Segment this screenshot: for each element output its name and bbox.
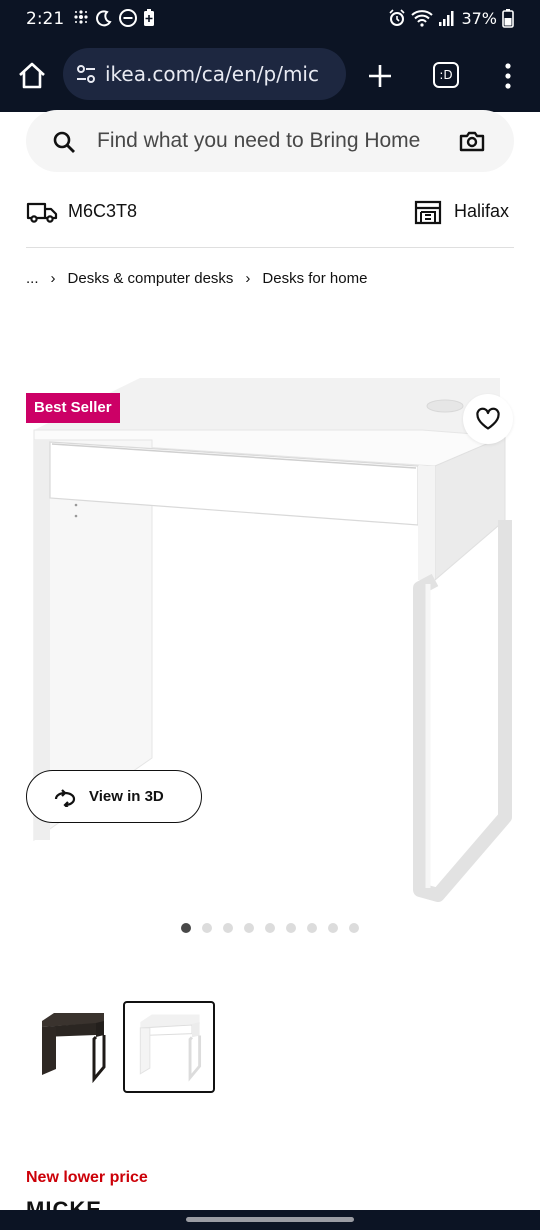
selected-store[interactable]: Halifax	[454, 201, 509, 222]
chevron-right-icon: ›	[50, 270, 56, 287]
breadcrumb-ellipsis[interactable]: ...	[26, 270, 39, 287]
more-vert-icon[interactable]	[498, 62, 518, 90]
home-gesture-handle[interactable]	[186, 1217, 354, 1222]
divider	[26, 247, 514, 248]
delivery-postal-code[interactable]: M6C3T8	[68, 201, 137, 222]
thumbnail-image	[42, 1013, 106, 1084]
location-row: M6C3T8 Halifax	[26, 196, 514, 228]
best-seller-badge: Best Seller	[26, 393, 120, 423]
alarm-icon	[389, 9, 406, 26]
view-in-3d-button[interactable]: View in 3D	[26, 770, 202, 823]
thumbnail-black-brown[interactable]	[26, 1001, 118, 1093]
tab-switcher-icon[interactable]: :D	[433, 62, 459, 88]
battery-saver-icon	[144, 9, 154, 26]
carousel-dot[interactable]	[307, 923, 317, 933]
breadcrumb-item[interactable]: Desks & computer desks	[68, 270, 234, 287]
carousel-dot[interactable]	[328, 923, 338, 933]
status-time: 2:21	[26, 9, 65, 29]
carousel-dot[interactable]	[349, 923, 359, 933]
url-text: ikea.com/ca/en/p/mic	[105, 62, 319, 86]
image-carousel-dots	[181, 923, 359, 933]
truck-icon[interactable]	[26, 200, 58, 224]
carousel-dot[interactable]	[223, 923, 233, 933]
grid-notification-icon	[74, 10, 88, 24]
breadcrumb-item[interactable]: Desks for home	[262, 270, 367, 287]
home-icon[interactable]	[16, 60, 48, 92]
battery-icon	[502, 9, 514, 28]
product-image[interactable]	[0, 370, 540, 910]
system-navigation-bar	[0, 1210, 540, 1230]
signal-icon	[439, 11, 454, 26]
carousel-dot[interactable]	[286, 923, 296, 933]
carousel-dot[interactable]	[202, 923, 212, 933]
search-input[interactable]: Find what you need to Bring Home	[97, 129, 420, 153]
heart-icon	[476, 407, 500, 430]
favourite-button[interactable]	[463, 394, 513, 444]
browser-toolbar: ikea.com/ca/en/p/mic :D	[0, 40, 540, 112]
status-bar: 2:21 37%	[0, 0, 540, 40]
status-right-icons: 37%	[388, 8, 514, 28]
thumbnail-image	[139, 1014, 202, 1082]
rotate-3d-icon	[54, 788, 76, 807]
do-not-disturb-icon	[119, 9, 137, 27]
product-name: MICKE	[26, 1197, 102, 1210]
camera-icon[interactable]	[459, 129, 485, 153]
store-icon[interactable]	[414, 199, 442, 225]
carousel-dot[interactable]	[244, 923, 254, 933]
search-bar[interactable]: Find what you need to Bring Home	[26, 110, 514, 172]
price-tag-label: New lower price	[26, 1169, 148, 1186]
breadcrumb: ... › Desks & computer desks › Desks for…	[26, 270, 367, 287]
plus-icon[interactable]	[366, 62, 394, 90]
chevron-right-icon: ›	[245, 270, 251, 287]
thumbnail-white[interactable]	[123, 1001, 215, 1093]
search-icon[interactable]	[52, 130, 76, 154]
view-in-3d-label: View in 3D	[89, 788, 164, 805]
tab-switcher-label: :D	[439, 68, 453, 82]
carousel-dot[interactable]	[265, 923, 275, 933]
sync-moon-icon	[96, 10, 112, 27]
carousel-dot[interactable]	[181, 923, 191, 933]
status-notification-icons	[72, 8, 156, 28]
address-bar[interactable]: ikea.com/ca/en/p/mic	[63, 48, 346, 100]
wifi-icon	[411, 10, 434, 27]
site-info-icon[interactable]	[73, 61, 99, 87]
battery-percent: 37%	[461, 8, 497, 28]
